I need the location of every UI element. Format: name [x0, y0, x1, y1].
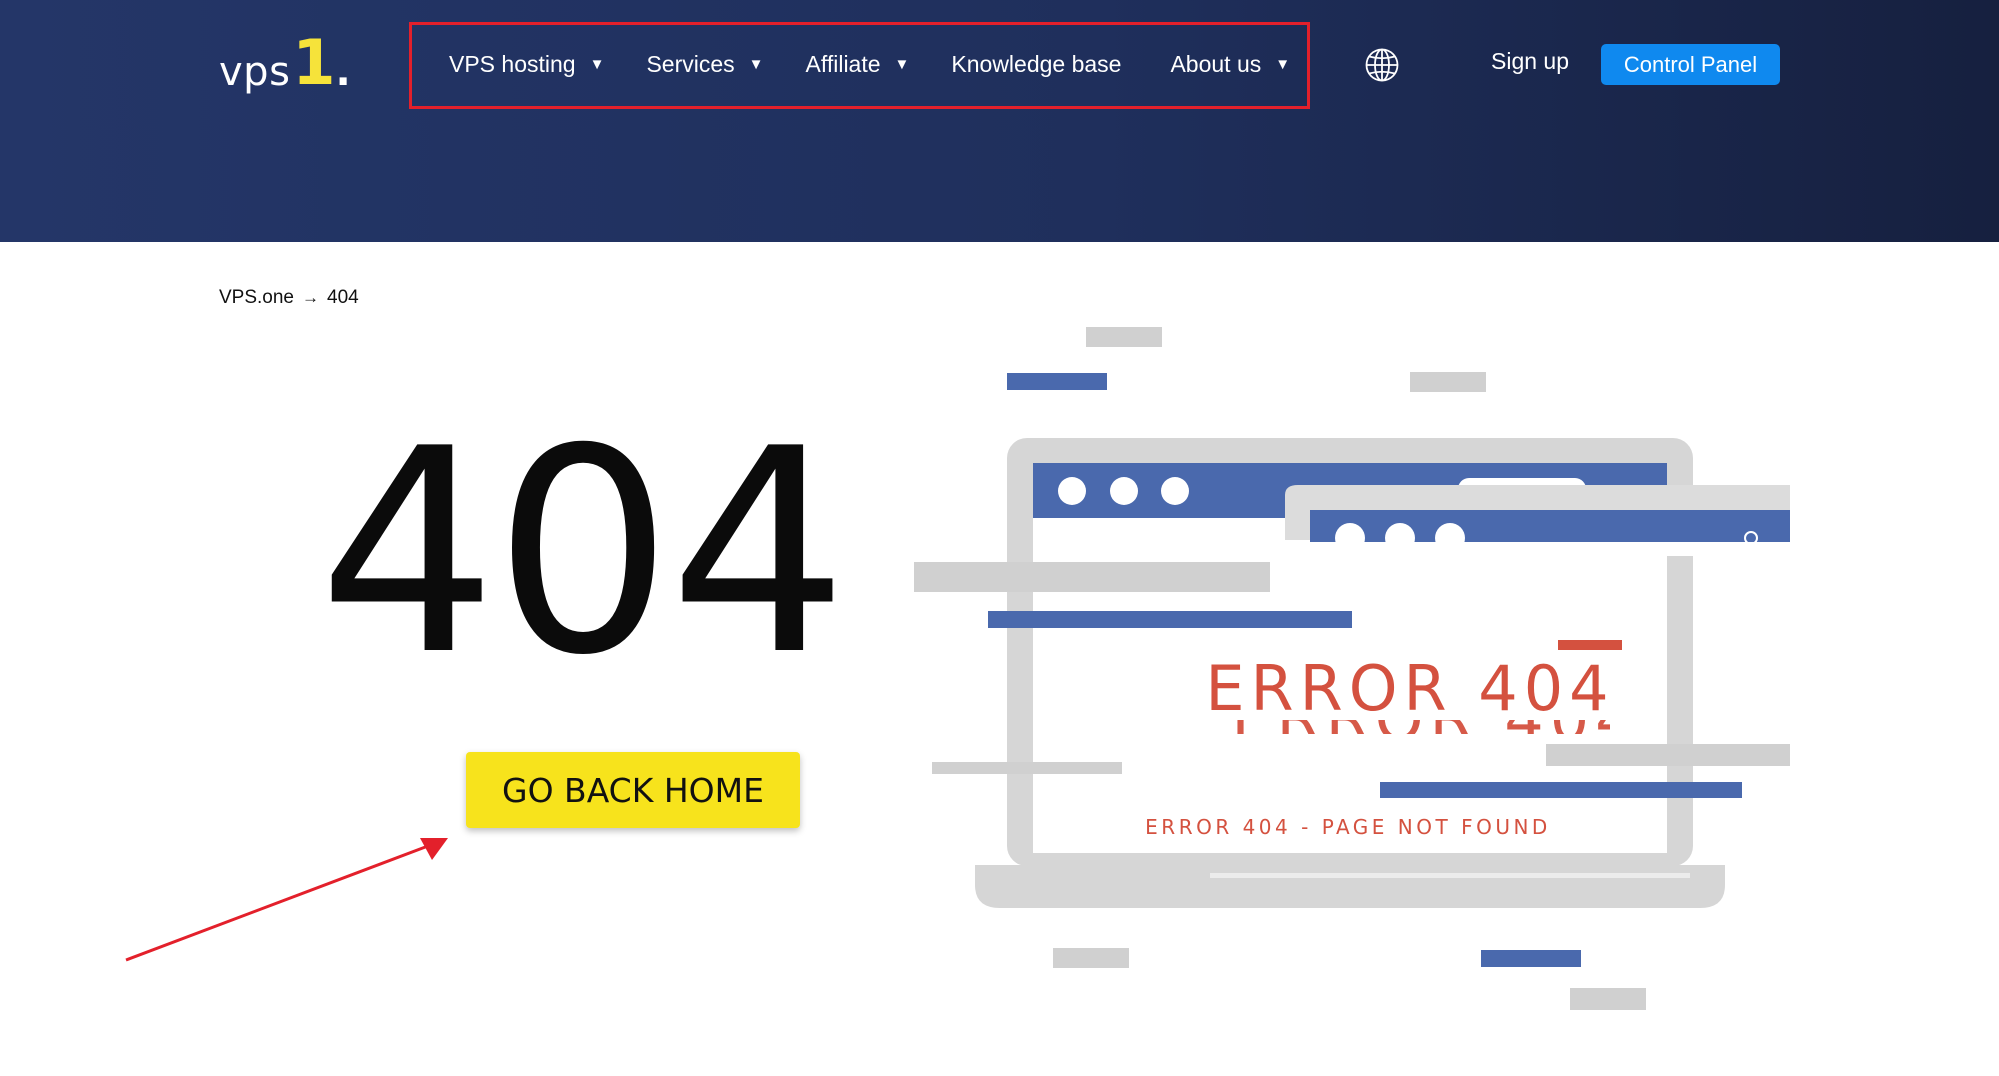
caret-down-icon: ▼	[1275, 55, 1291, 73]
deco-bar	[1546, 744, 1790, 766]
deco-bar	[1410, 372, 1486, 392]
nav-item-label: Knowledge base	[951, 50, 1122, 77]
deco-bar	[1570, 988, 1646, 1010]
deco-bar	[932, 762, 1122, 774]
sign-up-link[interactable]: Sign up	[1491, 48, 1569, 75]
deco-bar	[1558, 640, 1622, 650]
deco-bar	[1053, 948, 1129, 968]
second-window-frame	[1285, 485, 1790, 510]
deco-bar	[1380, 782, 1742, 798]
nav-item-label: Affiliate	[805, 50, 881, 77]
breadcrumb-home-link[interactable]: VPS.one	[219, 287, 294, 309]
deco-bar	[1086, 327, 1162, 347]
globe-icon[interactable]	[1364, 47, 1400, 83]
site-logo[interactable]: vps 1 .	[219, 30, 351, 100]
deco-bar	[1481, 950, 1581, 967]
nav-item-label: About us	[1170, 50, 1262, 77]
deco-bar	[914, 562, 1270, 592]
caret-down-icon: ▼	[894, 55, 910, 73]
control-panel-button[interactable]: Control Panel	[1601, 44, 1780, 85]
second-window-title-bar	[1310, 510, 1790, 542]
nav-item-affiliate[interactable]: Affiliate ▼	[806, 51, 910, 78]
error-headline: ERROR 404	[1205, 652, 1614, 725]
main-nav: VPS hosting ▼ Services ▼ Affiliate ▼ Kno…	[449, 42, 1290, 86]
nav-item-label: VPS hosting	[449, 50, 576, 77]
logo-dot: .	[335, 49, 351, 95]
window-dot	[1161, 477, 1189, 505]
nav-item-label: Services	[646, 50, 735, 77]
error-subline: ERROR 404 - PAGE NOT FOUND	[1145, 815, 1551, 839]
laptop-base-groove	[1210, 873, 1690, 878]
logo-text: vps	[219, 49, 291, 95]
site-header: vps 1 . VPS hosting ▼ Services ▼ Affilia…	[0, 0, 1999, 242]
caret-down-icon: ▼	[589, 55, 605, 73]
deco-bar	[1007, 373, 1107, 390]
nav-item-about-us[interactable]: About us ▼	[1170, 51, 1290, 78]
error-404-illustration: ERROR 404 ERROR 404 ERROR 404 - PAGE NOT…	[914, 327, 1790, 1010]
window-dot	[1058, 477, 1086, 505]
breadcrumb-separator: →	[302, 288, 319, 307]
breadcrumb: VPS.one → 404	[219, 287, 359, 309]
caret-down-icon: ▼	[748, 55, 764, 73]
laptop-base	[975, 865, 1725, 908]
deco-bar	[988, 611, 1352, 628]
annotation-arrow	[125, 838, 448, 962]
nav-item-vps-hosting[interactable]: VPS hosting ▼	[449, 51, 604, 78]
nav-item-services[interactable]: Services ▼	[646, 51, 763, 78]
window-dot	[1110, 477, 1138, 505]
error-code-heading: 404	[318, 388, 848, 717]
nav-item-knowledge-base[interactable]: Knowledge base	[951, 51, 1121, 78]
go-back-home-button[interactable]: GO BACK HOME	[466, 752, 800, 828]
breadcrumb-current: 404	[327, 287, 359, 308]
logo-digit: 1	[292, 26, 336, 99]
